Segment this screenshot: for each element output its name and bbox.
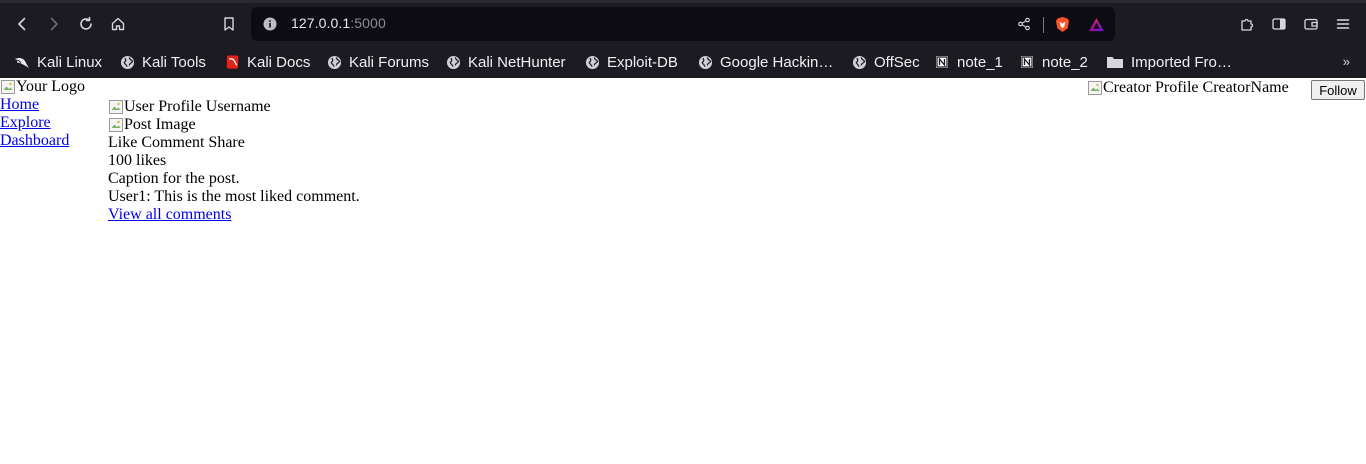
url-divider xyxy=(1043,17,1044,33)
bookmark-kali-docs[interactable]: Kali Docs xyxy=(224,52,310,72)
site-info-icon[interactable] xyxy=(263,17,277,31)
post-actions[interactable]: Like Comment Share xyxy=(108,134,245,152)
follow-button[interactable]: Follow xyxy=(1311,80,1365,100)
bookmark-label: Kali Linux xyxy=(37,53,103,71)
url-port: :5000 xyxy=(350,15,386,31)
broken-image-icon xyxy=(1087,80,1103,96)
bookmark-note-1[interactable]: note_1 xyxy=(934,52,1003,72)
bookmark-label: Google Hackin… xyxy=(720,53,834,71)
bookmarks-bar: Kali Linux Kali Tools Kali Docs Kali For… xyxy=(0,45,1366,79)
back-button[interactable] xyxy=(9,11,35,37)
bookmark-label: Imported Fro… xyxy=(1131,53,1232,71)
globe-icon xyxy=(326,54,342,70)
reload-icon xyxy=(80,16,92,30)
back-arrow-icon xyxy=(18,17,26,31)
page-content: Your Logo Home Explore Dashboard User Pr… xyxy=(0,78,1366,464)
bookmark-label: OffSec xyxy=(874,53,920,71)
globe-icon xyxy=(119,54,135,70)
post-caption: Caption for the post. xyxy=(108,170,240,187)
broken-image-icon xyxy=(0,79,16,95)
forward-arrow-icon xyxy=(50,17,58,31)
globe-icon xyxy=(851,54,867,70)
globe-icon xyxy=(584,54,600,70)
broken-image-icon xyxy=(108,99,124,115)
url-text[interactable]: 127.0.0.1:5000 xyxy=(291,15,386,31)
wallet-button[interactable] xyxy=(1298,11,1324,37)
post-image: Post Image xyxy=(108,116,196,134)
post-like-count: 100 likes xyxy=(108,152,167,169)
browser-toolbar: 127.0.0.1:5000 xyxy=(0,3,1366,45)
bookmark-note-2[interactable]: note_2 xyxy=(1019,52,1088,72)
share-button[interactable] xyxy=(1015,15,1033,33)
bookmark-page-button[interactable] xyxy=(216,11,242,37)
bookmark-label: Kali Tools xyxy=(142,53,206,71)
globe-icon xyxy=(445,54,461,70)
bookmark-kali-linux[interactable]: Kali Linux xyxy=(14,52,102,72)
bookmark-label: Kali Forums xyxy=(349,53,430,71)
more-bookmarks-chevron-icon[interactable]: » xyxy=(1343,54,1350,69)
creator-profile: Creator Profile CreatorName xyxy=(1087,79,1289,97)
bookmark-label: Exploit-DB xyxy=(607,53,678,71)
brave-rewards-button[interactable] xyxy=(1087,15,1105,33)
globe-icon xyxy=(697,54,713,70)
wallet-icon xyxy=(1304,18,1318,30)
hamburger-menu-icon xyxy=(1336,19,1350,29)
reload-button[interactable] xyxy=(73,11,99,37)
bookmark-google-hacking[interactable]: Google Hackin… xyxy=(697,52,833,72)
post-username: Username xyxy=(205,98,271,115)
user-profile-alt-text: User Profile xyxy=(124,98,202,115)
url-host: 127.0.0.1 xyxy=(291,15,351,31)
post-header: User Profile Username xyxy=(108,98,271,116)
share-icon xyxy=(1018,17,1030,31)
sidebar-toggle-button[interactable] xyxy=(1266,11,1292,37)
bookmark-label: note_2 xyxy=(1042,53,1088,71)
creator-profile-alt-text: Creator Profile xyxy=(1103,79,1199,96)
bookmark-label: note_1 xyxy=(957,53,1003,71)
kali-dragon-icon xyxy=(14,54,30,70)
post-image-alt-text: Post Image xyxy=(124,116,196,133)
sidebar-icon xyxy=(1272,18,1286,30)
notion-icon xyxy=(1019,54,1035,70)
bookmark-folder-imported[interactable]: Imported Fro… xyxy=(1106,52,1232,72)
logo-alt-text: Your Logo xyxy=(16,78,86,95)
logo-image: Your Logo xyxy=(0,78,85,96)
brave-shields-button[interactable] xyxy=(1053,15,1071,33)
bookmark-label: Kali Docs xyxy=(247,53,311,71)
extensions-button[interactable] xyxy=(1234,11,1260,37)
bookmark-kali-nethunter[interactable]: Kali NetHunter xyxy=(445,52,566,72)
broken-image-icon xyxy=(108,117,124,133)
view-all-comments-link[interactable]: View all comments xyxy=(108,206,231,224)
bookmark-label: Kali NetHunter xyxy=(468,53,566,71)
nav-explore-link[interactable]: Explore xyxy=(0,114,51,132)
top-comment: User1: This is the most liked comment. xyxy=(108,188,360,205)
folder-icon xyxy=(1106,54,1124,70)
browser-chrome: 127.0.0.1:5000 Kali Linux Kali Tools Kal… xyxy=(0,0,1366,78)
home-icon xyxy=(111,17,125,31)
home-button[interactable] xyxy=(105,11,131,37)
bookmark-exploit-db[interactable]: Exploit-DB xyxy=(584,52,678,72)
main-menu-button[interactable] xyxy=(1330,11,1356,37)
creator-name: CreatorName xyxy=(1202,79,1289,96)
kali-docs-icon xyxy=(224,54,240,70)
puzzle-icon xyxy=(1241,18,1254,31)
bookmark-kali-forums[interactable]: Kali Forums xyxy=(326,52,429,72)
bookmark-offsec[interactable]: OffSec xyxy=(851,52,920,72)
bookmark-kali-tools[interactable]: Kali Tools xyxy=(119,52,206,72)
bookmark-icon xyxy=(224,17,234,31)
address-bar[interactable]: 127.0.0.1:5000 xyxy=(251,7,1115,41)
brave-lion-icon xyxy=(1055,16,1069,32)
forward-button[interactable] xyxy=(41,11,67,37)
notion-icon xyxy=(934,54,950,70)
nav-dashboard-link[interactable]: Dashboard xyxy=(0,132,69,150)
rewards-triangle-icon xyxy=(1088,17,1104,31)
nav-home-link[interactable]: Home xyxy=(0,96,39,114)
